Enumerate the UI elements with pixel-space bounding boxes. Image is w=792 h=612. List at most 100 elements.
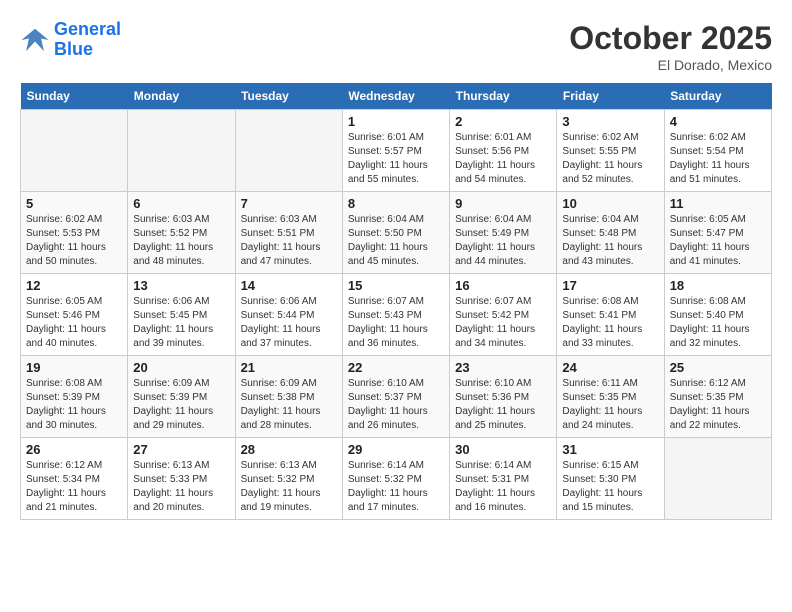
calendar-cell: 18 Sunrise: 6:08 AM Sunset: 5:40 PM Dayli…: [664, 274, 771, 356]
logo: GeneralBlue: [20, 20, 121, 60]
calendar-cell: 17 Sunrise: 6:08 AM Sunset: 5:41 PM Dayli…: [557, 274, 664, 356]
day-info: Sunrise: 6:08 AM Sunset: 5:41 PM Dayligh…: [562, 295, 658, 351]
calendar-cell: 12 Sunrise: 6:05 AM Sunset: 5:46 PM Dayli…: [21, 274, 128, 356]
day-number: 6: [133, 196, 229, 211]
day-info: Sunrise: 6:12 AM Sunset: 5:34 PM Dayligh…: [26, 459, 122, 515]
day-info: Sunrise: 6:09 AM Sunset: 5:39 PM Dayligh…: [133, 377, 229, 433]
calendar-cell: 5 Sunrise: 6:02 AM Sunset: 5:53 PM Daylig…: [21, 192, 128, 274]
calendar-cell: [21, 110, 128, 192]
day-info: Sunrise: 6:02 AM Sunset: 5:53 PM Dayligh…: [26, 213, 122, 269]
calendar-week-row: 5 Sunrise: 6:02 AM Sunset: 5:53 PM Daylig…: [21, 192, 772, 274]
day-info: Sunrise: 6:04 AM Sunset: 5:48 PM Dayligh…: [562, 213, 658, 269]
day-info: Sunrise: 6:11 AM Sunset: 5:35 PM Dayligh…: [562, 377, 658, 433]
day-number: 21: [241, 360, 337, 375]
day-info: Sunrise: 6:08 AM Sunset: 5:39 PM Dayligh…: [26, 377, 122, 433]
calendar-cell: 22 Sunrise: 6:10 AM Sunset: 5:37 PM Dayli…: [342, 356, 449, 438]
day-number: 23: [455, 360, 551, 375]
day-number: 16: [455, 278, 551, 293]
day-info: Sunrise: 6:06 AM Sunset: 5:44 PM Dayligh…: [241, 295, 337, 351]
day-number: 29: [348, 442, 444, 457]
day-info: Sunrise: 6:10 AM Sunset: 5:37 PM Dayligh…: [348, 377, 444, 433]
day-info: Sunrise: 6:10 AM Sunset: 5:36 PM Dayligh…: [455, 377, 551, 433]
day-info: Sunrise: 6:06 AM Sunset: 5:45 PM Dayligh…: [133, 295, 229, 351]
calendar-week-row: 12 Sunrise: 6:05 AM Sunset: 5:46 PM Dayli…: [21, 274, 772, 356]
calendar-cell: 23 Sunrise: 6:10 AM Sunset: 5:36 PM Dayli…: [450, 356, 557, 438]
calendar-cell: [235, 110, 342, 192]
day-number: 20: [133, 360, 229, 375]
day-number: 30: [455, 442, 551, 457]
calendar-cell: 28 Sunrise: 6:13 AM Sunset: 5:32 PM Dayli…: [235, 438, 342, 520]
day-number: 8: [348, 196, 444, 211]
calendar-cell: 3Sunrise: 6:02 AM Sunset: 5:55 PM Daylig…: [557, 110, 664, 192]
calendar-cell: 6 Sunrise: 6:03 AM Sunset: 5:52 PM Daylig…: [128, 192, 235, 274]
weekday-header-sunday: Sunday: [21, 83, 128, 110]
calendar-cell: 21 Sunrise: 6:09 AM Sunset: 5:38 PM Dayli…: [235, 356, 342, 438]
calendar-cell: 11 Sunrise: 6:05 AM Sunset: 5:47 PM Dayli…: [664, 192, 771, 274]
calendar-cell: 25Sunrise: 6:12 AM Sunset: 5:35 PM Dayli…: [664, 356, 771, 438]
weekday-header-monday: Monday: [128, 83, 235, 110]
month-title: October 2025: [569, 20, 772, 57]
calendar-cell: 27Sunrise: 6:13 AM Sunset: 5:33 PM Dayli…: [128, 438, 235, 520]
calendar-cell: 1Sunrise: 6:01 AM Sunset: 5:57 PM Daylig…: [342, 110, 449, 192]
day-info: Sunrise: 6:09 AM Sunset: 5:38 PM Dayligh…: [241, 377, 337, 433]
calendar-cell: 26Sunrise: 6:12 AM Sunset: 5:34 PM Dayli…: [21, 438, 128, 520]
day-info: Sunrise: 6:03 AM Sunset: 5:52 PM Dayligh…: [133, 213, 229, 269]
day-info: Sunrise: 6:05 AM Sunset: 5:47 PM Dayligh…: [670, 213, 766, 269]
calendar-cell: 14 Sunrise: 6:06 AM Sunset: 5:44 PM Dayli…: [235, 274, 342, 356]
day-info: Sunrise: 6:13 AM Sunset: 5:32 PM Dayligh…: [241, 459, 337, 515]
day-number: 28: [241, 442, 337, 457]
day-number: 11: [670, 196, 766, 211]
page-header: GeneralBlue October 2025 El Dorado, Mexi…: [20, 20, 772, 73]
day-number: 4: [670, 114, 766, 129]
day-info: Sunrise: 6:07 AM Sunset: 5:42 PM Dayligh…: [455, 295, 551, 351]
calendar-cell: 29 Sunrise: 6:14 AM Sunset: 5:32 PM Dayli…: [342, 438, 449, 520]
calendar-cell: 4 Sunrise: 6:02 AM Sunset: 5:54 PM Daylig…: [664, 110, 771, 192]
day-info: Sunrise: 6:04 AM Sunset: 5:49 PM Dayligh…: [455, 213, 551, 269]
day-number: 5: [26, 196, 122, 211]
calendar-week-row: 26Sunrise: 6:12 AM Sunset: 5:34 PM Dayli…: [21, 438, 772, 520]
day-info: Sunrise: 6:04 AM Sunset: 5:50 PM Dayligh…: [348, 213, 444, 269]
calendar-cell: [664, 438, 771, 520]
day-number: 17: [562, 278, 658, 293]
calendar-cell: 15 Sunrise: 6:07 AM Sunset: 5:43 PM Dayli…: [342, 274, 449, 356]
calendar-cell: 30 Sunrise: 6:14 AM Sunset: 5:31 PM Dayli…: [450, 438, 557, 520]
day-info: Sunrise: 6:07 AM Sunset: 5:43 PM Dayligh…: [348, 295, 444, 351]
calendar-week-row: 19 Sunrise: 6:08 AM Sunset: 5:39 PM Dayli…: [21, 356, 772, 438]
calendar-cell: 8 Sunrise: 6:04 AM Sunset: 5:50 PM Daylig…: [342, 192, 449, 274]
day-info: Sunrise: 6:05 AM Sunset: 5:46 PM Dayligh…: [26, 295, 122, 351]
day-info: Sunrise: 6:01 AM Sunset: 5:56 PM Dayligh…: [455, 131, 551, 187]
calendar-cell: [128, 110, 235, 192]
day-number: 2: [455, 114, 551, 129]
calendar-cell: 20 Sunrise: 6:09 AM Sunset: 5:39 PM Dayli…: [128, 356, 235, 438]
day-number: 18: [670, 278, 766, 293]
day-number: 12: [26, 278, 122, 293]
day-info: Sunrise: 6:12 AM Sunset: 5:35 PM Dayligh…: [670, 377, 766, 433]
calendar-cell: 7Sunrise: 6:03 AM Sunset: 5:51 PM Daylig…: [235, 192, 342, 274]
calendar-cell: 10 Sunrise: 6:04 AM Sunset: 5:48 PM Dayli…: [557, 192, 664, 274]
logo-icon: [20, 25, 50, 55]
day-info: Sunrise: 6:14 AM Sunset: 5:31 PM Dayligh…: [455, 459, 551, 515]
weekday-header-thursday: Thursday: [450, 83, 557, 110]
calendar-cell: 13 Sunrise: 6:06 AM Sunset: 5:45 PM Dayli…: [128, 274, 235, 356]
day-number: 19: [26, 360, 122, 375]
calendar-cell: 9 Sunrise: 6:04 AM Sunset: 5:49 PM Daylig…: [450, 192, 557, 274]
location: El Dorado, Mexico: [569, 57, 772, 73]
day-info: Sunrise: 6:02 AM Sunset: 5:54 PM Dayligh…: [670, 131, 766, 187]
calendar-cell: 24 Sunrise: 6:11 AM Sunset: 5:35 PM Dayli…: [557, 356, 664, 438]
day-number: 15: [348, 278, 444, 293]
day-number: 13: [133, 278, 229, 293]
weekday-header-friday: Friday: [557, 83, 664, 110]
day-number: 22: [348, 360, 444, 375]
weekday-header-row: SundayMondayTuesdayWednesdayThursdayFrid…: [21, 83, 772, 110]
calendar-week-row: 1Sunrise: 6:01 AM Sunset: 5:57 PM Daylig…: [21, 110, 772, 192]
day-number: 14: [241, 278, 337, 293]
calendar-cell: 16 Sunrise: 6:07 AM Sunset: 5:42 PM Dayli…: [450, 274, 557, 356]
day-number: 1: [348, 114, 444, 129]
title-block: October 2025 El Dorado, Mexico: [569, 20, 772, 73]
weekday-header-wednesday: Wednesday: [342, 83, 449, 110]
day-number: 9: [455, 196, 551, 211]
day-info: Sunrise: 6:08 AM Sunset: 5:40 PM Dayligh…: [670, 295, 766, 351]
day-number: 24: [562, 360, 658, 375]
day-number: 10: [562, 196, 658, 211]
day-info: Sunrise: 6:14 AM Sunset: 5:32 PM Dayligh…: [348, 459, 444, 515]
